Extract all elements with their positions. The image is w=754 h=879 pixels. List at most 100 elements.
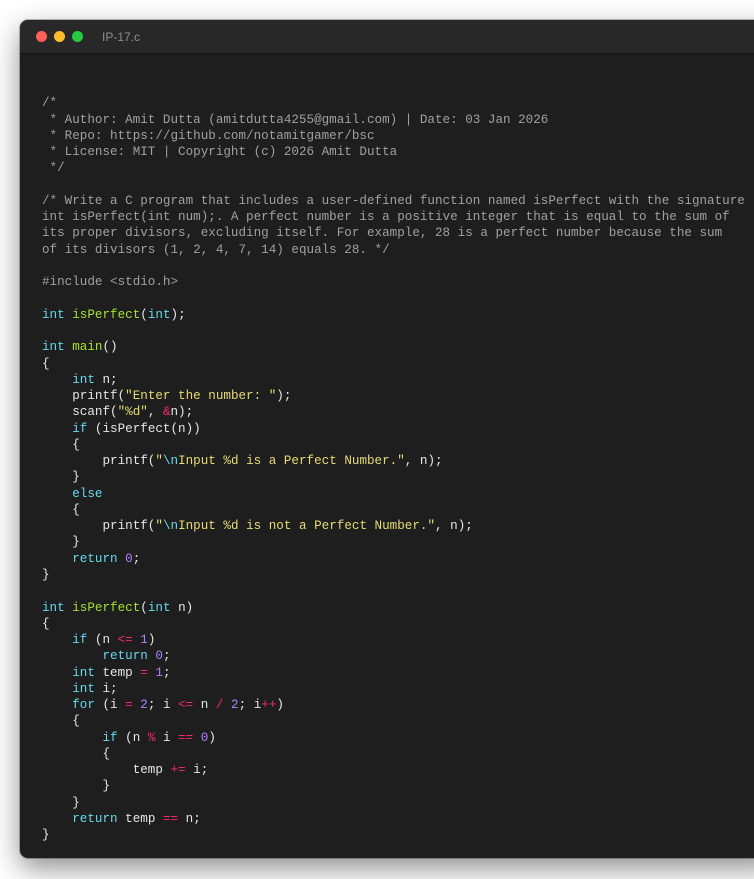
code-editor[interactable]: /* * Author: Amit Dutta (amitdutta4255@g… [42,79,745,843]
code-token: int [147,307,171,322]
minimize-button[interactable] [54,31,65,42]
code-token: (i [94,698,126,713]
code-token: n [193,698,216,713]
code-token: 0 [125,551,133,566]
code-token: ( [140,600,148,615]
code-token: \n [162,454,179,469]
code-token: (isPerfect(n)) [87,421,201,436]
code-token: * Author: Amit Dutta (amitdutta4255@gmai… [42,112,549,127]
code-token: (n [117,730,148,745]
code-token: n; [178,811,201,826]
code-token: ; [132,551,141,566]
code-token: { [42,356,50,371]
code-token: i; [94,681,118,696]
code-token: i [155,730,179,745]
code-token: ; [162,665,171,680]
code-token: == [178,730,194,745]
window-title: IP-17.c [102,29,141,44]
code-line: printf("Enter the number: "); [42,388,745,404]
code-line: } [42,534,745,550]
code-token: (n [87,633,118,648]
code-token: } [42,470,80,485]
code-line: if (n <= 1) [42,632,745,648]
code-token: , n); [435,519,473,534]
code-line: } [42,469,745,485]
code-token: ; i [238,698,262,713]
close-button[interactable] [36,31,47,42]
code-token: ++ [261,698,277,713]
code-token: <= [117,633,133,648]
code-line: } [42,567,745,583]
code-line: * License: MIT | Copyright (c) 2026 Amit… [42,144,745,160]
code-token: ); [276,389,292,404]
code-token: int [72,681,95,696]
code-line: if (isPerfect(n)) [42,421,745,437]
code-token: /* Write a C program that includes a use… [42,193,745,208]
code-token: , [147,405,163,420]
code-token: } [42,567,50,582]
code-token: <= [178,698,194,713]
code-token: ); [170,307,186,322]
code-line: return temp == n; [42,811,745,827]
code-token: scanf( [42,405,118,420]
code-token: \n [162,519,179,534]
code-token: { [42,616,50,631]
code-line: /* [42,95,745,111]
code-token: for [72,698,95,713]
code-token: () [102,340,118,355]
code-token: " [155,519,163,534]
code-line: of its divisors (1, 2, 4, 7, 14) equals … [42,242,745,258]
code-token: " [155,454,163,469]
code-token: 1 [140,633,148,648]
code-token: Input %d is a Perfect Number." [178,454,405,469]
zoom-button[interactable] [72,31,83,42]
code-line: its proper divisors, excluding itself. F… [42,225,745,241]
code-token: of its divisors (1, 2, 4, 7, 14) equals … [42,242,390,257]
code-line: /* Write a C program that includes a use… [42,193,745,209]
code-token: int [42,340,65,355]
code-token: #include <stdio.h> [42,275,179,290]
code-line: #include <stdio.h> [42,274,745,290]
code-token: += [170,763,186,778]
code-line: { [42,356,745,372]
code-line: int main() [42,339,745,355]
code-token: temp [117,811,163,826]
code-token: 2 [231,698,239,713]
code-line: scanf("%d", &n); [42,404,745,420]
code-token: printf( [42,454,156,469]
code-line: * Repo: https://github.com/notamitgamer/… [42,128,745,144]
code-token: n; [94,372,118,387]
code-line: { [42,437,745,453]
code-line: temp += i; [42,762,745,778]
code-token: n) [170,600,194,615]
code-token: int isPerfect(int num);. A perfect numbe… [42,210,730,225]
code-line: { [42,746,745,762]
code-token: , n); [404,454,443,469]
code-token: ; i [147,698,179,713]
code-line: int n; [42,372,745,388]
code-token: int [72,372,95,387]
code-token: Input %d is not a Perfect Number." [178,519,436,534]
code-token: 0 [155,649,163,664]
code-token: /* [42,96,58,111]
code-line: int isPerfect(int n) [42,600,745,616]
code-line: int isPerfect(int); [42,307,745,323]
code-token: ( [140,307,148,322]
code-token: int [42,307,65,322]
code-window: IP-17.c /* * Author: Amit Dutta (amitdut… [20,20,754,858]
code-token: "%d" [117,405,148,420]
code-token: its proper divisors, excluding itself. F… [42,226,723,241]
code-line: { [42,502,745,518]
code-token: & [162,405,171,420]
code-token: return [72,551,118,566]
